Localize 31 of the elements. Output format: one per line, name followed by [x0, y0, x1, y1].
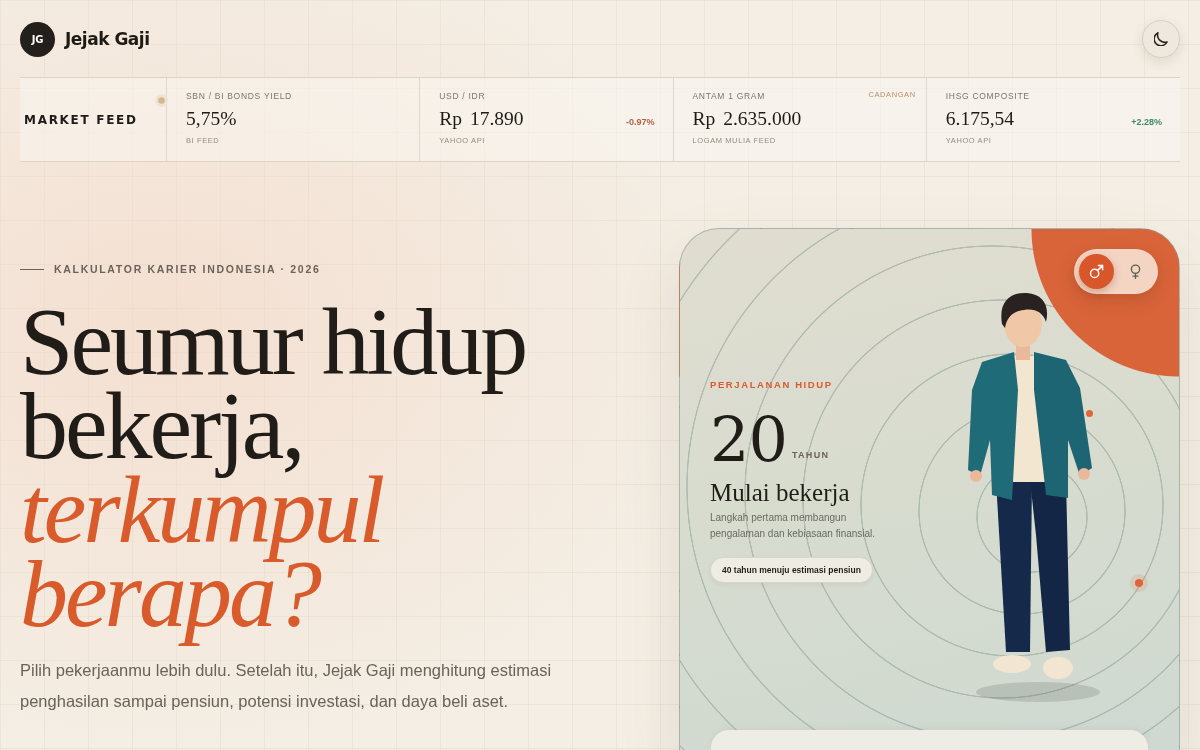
market-label: IHSG COMPOSITE — [945, 91, 1030, 101]
market-label: USD / IDR — [439, 91, 486, 101]
male-icon — [1089, 264, 1104, 279]
moon-icon — [1154, 32, 1168, 46]
market-label: SBN / BI BONDS YIELD — [186, 91, 292, 101]
stage-description: Langkah pertama membangun pengalaman dan kebiasaan finansial. — [710, 511, 877, 541]
price-change: -0.97% — [625, 116, 655, 127]
feed-title: MARKET FEED — [24, 112, 138, 127]
stage-title: Mulai bekerja — [710, 478, 850, 508]
hero-intro-text: Pilih pekerjaanmu lebih dulu. Setelah itu, Jejak Gaji menghitung estimasi penghasilan sampai pensiun, potensi investasi, dan daya beli aset. — [20, 660, 553, 712]
eyebrow-text: KALKULATOR KARIER INDONESIA · 2026 — [54, 262, 321, 276]
age-number: 20 — [710, 405, 787, 475]
male-option-button[interactable] — [1079, 254, 1114, 289]
age-unit: TAHUN — [791, 450, 830, 460]
market-value: Rp 17.890 — [439, 108, 524, 130]
brand-logo: JG — [20, 21, 55, 57]
theme-toggle-button[interactable] — [1142, 20, 1180, 58]
orbit-dot-icon — [1086, 410, 1093, 417]
market-value: 6.175,54 — [945, 108, 1014, 130]
gender-toggle[interactable] — [1074, 249, 1158, 294]
orbit-dot-icon — [1130, 574, 1148, 592]
retirement-countdown-chip: 40 tahun menuju estimasi pensiun — [710, 557, 873, 583]
market-label: ANTAM 1 GRAM — [692, 91, 765, 101]
brand-name: Jejak Gaji — [65, 29, 150, 49]
hero-headline: Seumur hidup bekerja, terkumpul berapa? — [20, 287, 527, 649]
section-label: PERJALANAN HIDUP — [710, 379, 833, 391]
status-dot-icon — [155, 94, 168, 107]
price-change: +2.28% — [1131, 116, 1162, 127]
market-value: 5,75% — [186, 108, 237, 130]
female-icon — [1128, 264, 1143, 279]
market-value: Rp 2.635.000 — [692, 108, 802, 130]
